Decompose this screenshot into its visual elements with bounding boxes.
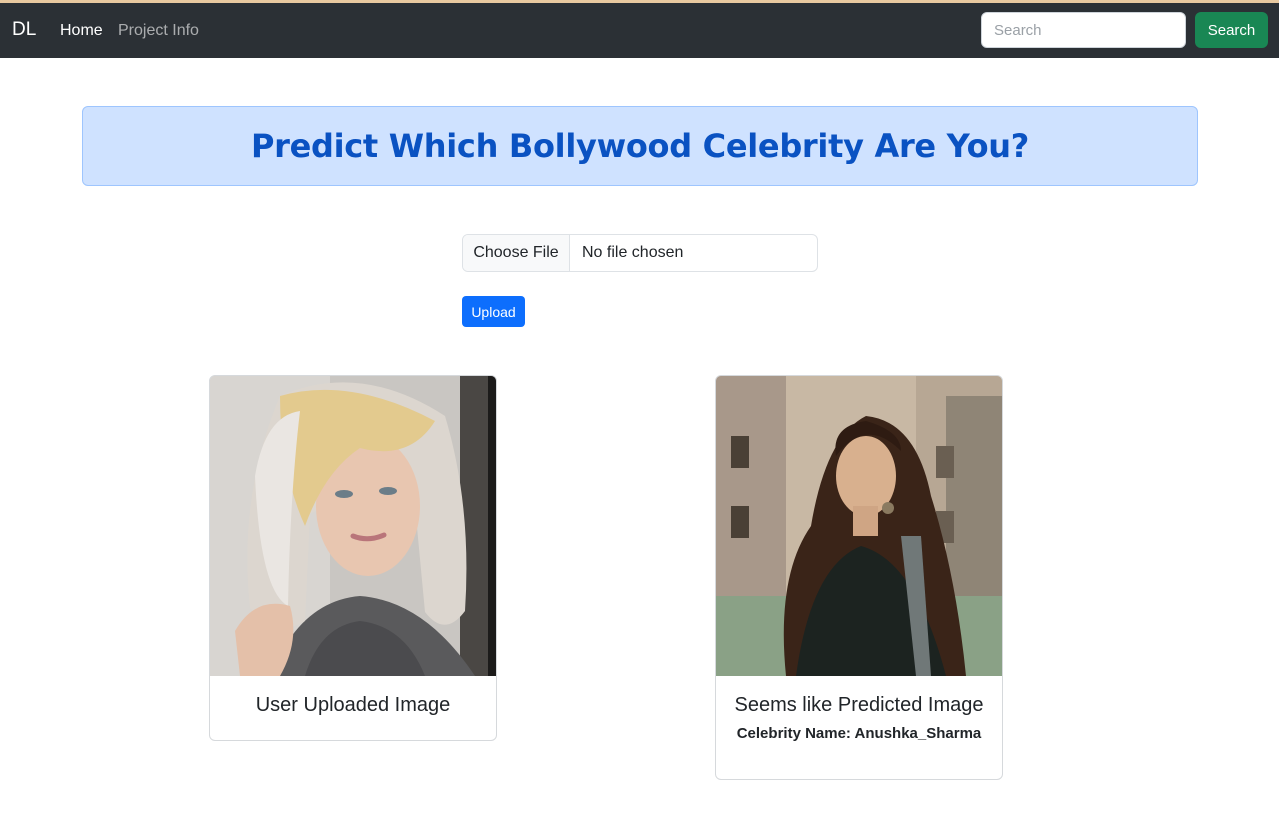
nav-link-project-info[interactable]: Project Info — [118, 21, 199, 41]
file-input[interactable]: Choose File No file chosen — [462, 234, 818, 272]
predicted-image-card: Seems like Predicted Image Celebrity Nam… — [715, 375, 1003, 780]
predicted-card-title: Seems like Predicted Image — [734, 694, 984, 716]
choose-file-button[interactable]: Choose File — [463, 235, 570, 271]
nav-link-home[interactable]: Home — [60, 21, 103, 41]
upload-button[interactable]: Upload — [462, 296, 525, 327]
brand-logo[interactable]: DL — [12, 19, 36, 41]
predicted-celebrity-photo — [716, 376, 1002, 676]
file-status-text: No file chosen — [582, 244, 684, 261]
title-banner: Predict Which Bollywood Celebrity Are Yo… — [82, 106, 1198, 186]
user-card-title: User Uploaded Image — [255, 694, 451, 716]
page-title: Predict Which Bollywood Celebrity Are Yo… — [250, 127, 1030, 165]
navbar: DL Home Project Info Search — [0, 3, 1279, 58]
celebrity-name: Celebrity Name: Anushka_Sharma — [736, 725, 982, 742]
search-input[interactable] — [981, 12, 1186, 48]
user-image-card: User Uploaded Image — [209, 375, 497, 741]
user-uploaded-photo — [210, 376, 496, 676]
search-button[interactable]: Search — [1195, 12, 1268, 48]
